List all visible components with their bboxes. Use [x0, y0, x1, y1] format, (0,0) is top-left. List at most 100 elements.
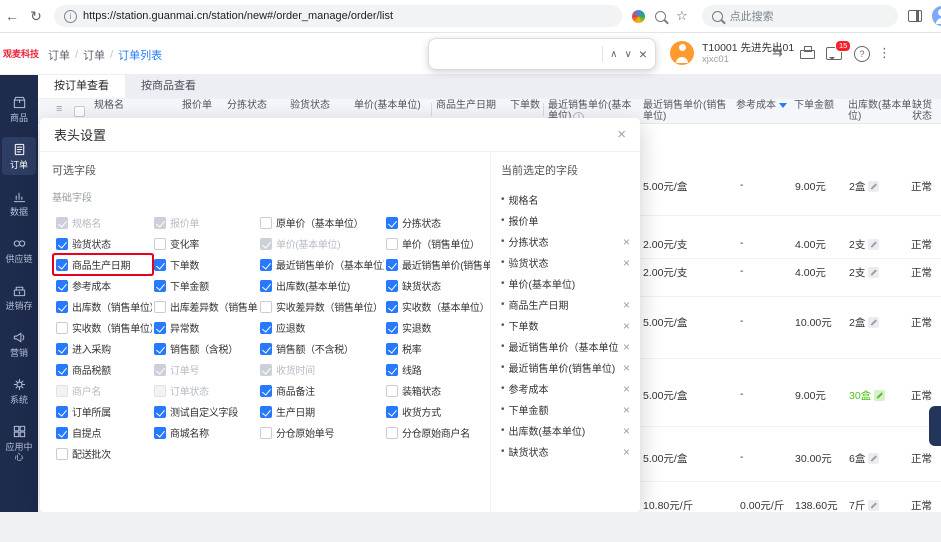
column-drag-icon[interactable]: ≡: [56, 103, 62, 115]
column-header[interactable]: 参考成本: [736, 101, 796, 112]
checkbox[interactable]: [56, 364, 68, 376]
checkbox[interactable]: [260, 343, 272, 355]
feedback-drawer-handle[interactable]: [929, 406, 941, 446]
sidebar-item-orders[interactable]: 订单: [2, 137, 36, 175]
translate-icon[interactable]: [632, 10, 645, 23]
field-checkbox-item[interactable]: 最近销售单价(销售单位): [384, 255, 490, 274]
field-checkbox-item[interactable]: 单价（销售单位）: [384, 234, 490, 253]
browser-quick-search[interactable]: 点此搜索: [702, 5, 898, 27]
browser-profile-avatar[interactable]: [932, 6, 941, 26]
field-checkbox-item[interactable]: 变化率: [152, 234, 258, 253]
find-close-icon[interactable]: ×: [639, 46, 647, 62]
browser-reload-icon[interactable]: ↻: [24, 8, 48, 25]
field-checkbox-item[interactable]: 出库差异数（销售单位）: [152, 297, 258, 316]
field-checkbox-item[interactable]: 分拣状态: [384, 213, 490, 232]
tab-by-product[interactable]: 按商品查看: [125, 74, 212, 98]
field-checkbox-item[interactable]: 分仓原始单号: [258, 423, 384, 442]
find-previous-icon[interactable]: ∧: [610, 49, 617, 60]
remove-field-icon[interactable]: ×: [623, 382, 630, 396]
field-checkbox-item[interactable]: 实收数（销售单位）: [54, 318, 152, 337]
more-menu-icon[interactable]: ⋮: [878, 45, 891, 61]
checkbox[interactable]: [56, 301, 68, 313]
checkbox[interactable]: [386, 343, 398, 355]
field-checkbox-item[interactable]: 实收差异数（销售单位）: [258, 297, 384, 316]
field-checkbox-item[interactable]: 商品税额: [54, 360, 152, 379]
browser-back-icon[interactable]: ←: [0, 8, 24, 24]
column-header[interactable]: 规格名: [94, 101, 164, 112]
checkbox[interactable]: [260, 406, 272, 418]
checkbox[interactable]: [56, 322, 68, 334]
checkbox[interactable]: [260, 259, 272, 271]
checkbox[interactable]: [260, 427, 272, 439]
side-panel-icon[interactable]: [908, 10, 922, 22]
message-icon[interactable]: 15: [826, 47, 842, 60]
remove-field-icon[interactable]: ×: [623, 403, 630, 417]
field-checkbox-item[interactable]: 实退数: [384, 318, 490, 337]
user-avatar[interactable]: [670, 41, 694, 65]
column-header[interactable]: 验货状态: [290, 101, 346, 112]
bookmark-star-icon[interactable]: ☆: [676, 8, 688, 24]
sort-desc-icon[interactable]: [779, 103, 787, 108]
field-checkbox-item[interactable]: 商城名称: [152, 423, 258, 442]
checkbox[interactable]: [386, 364, 398, 376]
field-checkbox-item[interactable]: 出库数（销售单位）: [54, 297, 152, 316]
checkbox[interactable]: [56, 448, 68, 460]
field-checkbox-item[interactable]: 缺货状态: [384, 276, 490, 295]
checkbox[interactable]: [386, 217, 398, 229]
checkbox[interactable]: [386, 385, 398, 397]
field-checkbox-item[interactable]: 下单金额: [152, 276, 258, 295]
sidebar-item-supply-chain[interactable]: 供应链: [2, 231, 36, 269]
select-all-checkbox[interactable]: [74, 106, 85, 117]
remove-field-icon[interactable]: ×: [623, 424, 630, 438]
remove-field-icon[interactable]: ×: [623, 298, 630, 312]
checkbox[interactable]: [56, 343, 68, 355]
edit-icon[interactable]: [868, 453, 879, 464]
help-icon[interactable]: ?: [854, 46, 870, 62]
field-checkbox-item[interactable]: 实收数（基本单位）: [384, 297, 490, 316]
checkbox[interactable]: [260, 217, 272, 229]
remove-field-icon[interactable]: ×: [623, 235, 630, 249]
field-checkbox-item[interactable]: 自提点: [54, 423, 152, 442]
checkbox[interactable]: [56, 427, 68, 439]
checkbox[interactable]: [56, 280, 68, 292]
remove-field-icon[interactable]: ×: [623, 361, 630, 375]
field-checkbox-item[interactable]: 收货方式: [384, 402, 490, 421]
checkbox[interactable]: [386, 238, 398, 250]
breadcrumb-item[interactable]: 订单: [48, 47, 70, 63]
field-checkbox-item[interactable]: 出库数(基本单位): [258, 276, 384, 295]
field-checkbox-item[interactable]: 下单数: [152, 255, 258, 274]
sidebar-item-goods[interactable]: 商品: [2, 90, 36, 128]
field-checkbox-item[interactable]: 原单价（基本单位）: [258, 213, 384, 232]
checkbox[interactable]: [56, 259, 68, 271]
remove-field-icon[interactable]: ×: [623, 340, 630, 354]
remove-field-icon[interactable]: ×: [623, 319, 630, 333]
column-header[interactable]: 出库数(基本单位): [848, 101, 914, 122]
remove-field-icon[interactable]: ×: [623, 445, 630, 459]
page-info-icon[interactable]: i: [64, 10, 77, 23]
field-checkbox-item[interactable]: 生产日期: [258, 402, 384, 421]
checkbox[interactable]: [56, 238, 68, 250]
edit-icon[interactable]: [868, 317, 879, 328]
remove-field-icon[interactable]: ×: [623, 256, 630, 270]
field-checkbox-item[interactable]: 税率: [384, 339, 490, 358]
field-checkbox-item[interactable]: 分仓原始商户名: [384, 423, 490, 442]
field-checkbox-item[interactable]: 参考成本: [54, 276, 152, 295]
breadcrumb-item[interactable]: 订单: [83, 47, 105, 63]
checkbox[interactable]: [260, 322, 272, 334]
checkbox[interactable]: [154, 322, 166, 334]
checkbox[interactable]: [154, 280, 166, 292]
checkbox[interactable]: [386, 322, 398, 334]
checkbox[interactable]: [154, 427, 166, 439]
field-checkbox-item[interactable]: 订单所属: [54, 402, 152, 421]
checkbox[interactable]: [154, 406, 166, 418]
field-checkbox-item[interactable]: 测试自定义字段: [152, 402, 258, 421]
checkbox[interactable]: [154, 301, 166, 313]
sidebar-item-system[interactable]: 系统: [2, 372, 36, 410]
column-header[interactable]: 报价单: [182, 101, 228, 112]
checkbox[interactable]: [154, 238, 166, 250]
checkbox[interactable]: [56, 406, 68, 418]
checkbox[interactable]: [260, 280, 272, 292]
edit-icon[interactable]: [868, 500, 879, 511]
checkbox[interactable]: [386, 280, 398, 292]
zoom-icon[interactable]: [655, 11, 666, 22]
